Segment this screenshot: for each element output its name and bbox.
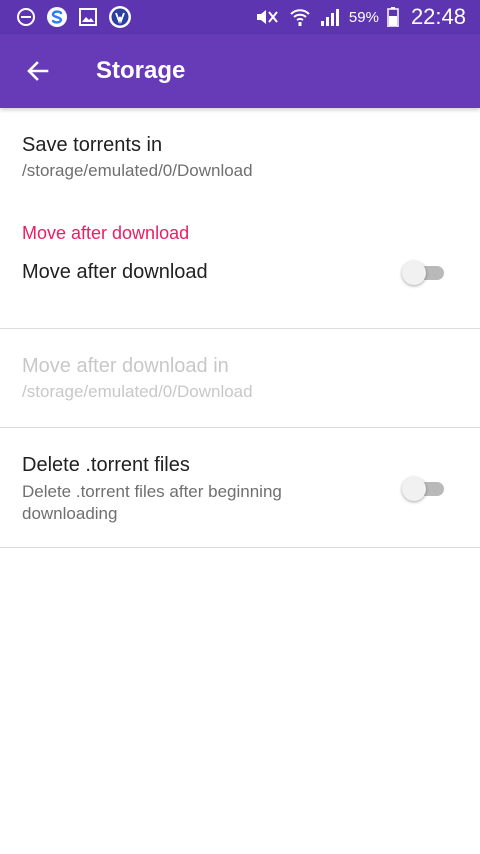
pref-title: Delete .torrent files [22,454,190,476]
pref-move-after-download-in: Move after download in /storage/emulated… [0,329,480,427]
pref-move-after-download[interactable]: Move after download [0,248,480,328]
delete-torrent-files-switch[interactable] [402,477,444,501]
battery-percent: 59% [348,8,379,26]
arrow-back-icon [27,61,49,81]
signal-icon [319,7,341,27]
category-move-after-download: Move after download [22,223,190,243]
mute-icon [253,7,281,27]
battery-icon [387,7,399,27]
preference-list: Save torrents in /storage/emulated/0/Dow… [0,108,480,548]
back-button[interactable] [24,57,52,85]
pref-summary: /storage/emulated/0/Download [22,382,253,401]
pref-title: Save torrents in [22,134,163,156]
status-bar: 59% 22:48 [0,0,480,34]
browser-app-icon [108,5,132,29]
switch-thumb [402,261,426,285]
pref-title: Move after download in [22,355,229,377]
sync-app-icon [46,6,68,28]
status-bar-notifications [16,5,132,29]
pref-summary: /storage/emulated/0/Download [22,161,253,180]
pref-title: Move after download [22,261,208,283]
status-clock: 22:48 [410,4,466,29]
page-title: Storage [96,57,186,84]
pref-delete-torrent-files[interactable]: Delete .torrent files Delete .torrent fi… [0,428,480,547]
do-not-disturb-icon [16,7,36,27]
pref-save-torrents-in[interactable]: Save torrents in /storage/emulated/0/Dow… [0,108,480,206]
divider [0,547,480,548]
status-bar-system: 59% 22:48 [253,4,466,30]
move-after-download-switch[interactable] [402,261,444,285]
pref-summary: Delete .torrent files after beginning do… [22,482,282,523]
gallery-icon [78,7,98,27]
screen: 59% 22:48 Storage Save torrents in /stor… [0,0,480,854]
switch-thumb [402,477,426,501]
app-bar: Storage [0,34,480,108]
wifi-icon [289,6,311,28]
